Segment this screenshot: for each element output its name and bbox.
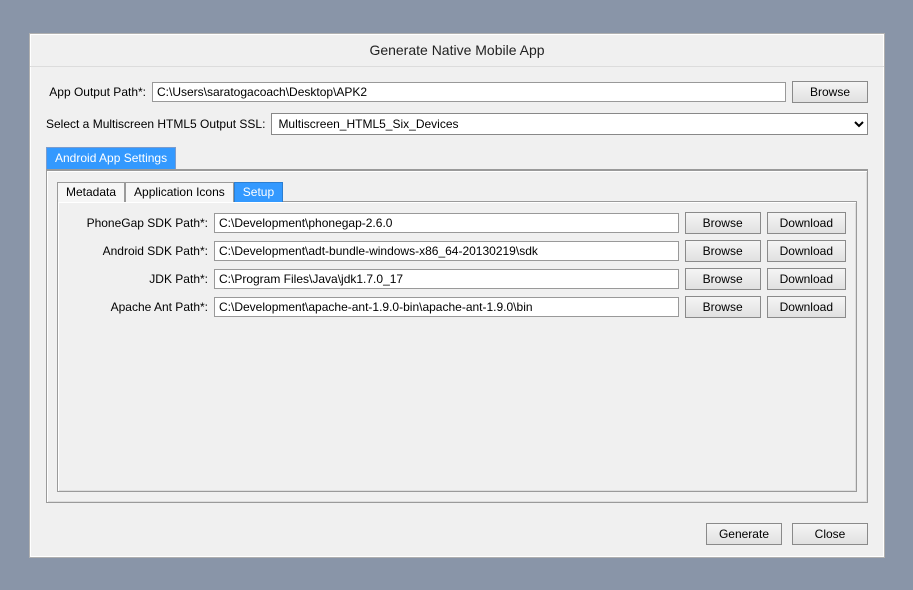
android-browse-button[interactable]: Browse xyxy=(685,240,761,262)
android-row: Android SDK Path*: Browse Download xyxy=(68,240,846,262)
outer-tab-bar: Android App Settings xyxy=(46,147,868,169)
jdk-label: JDK Path*: xyxy=(68,272,208,286)
jdk-input[interactable] xyxy=(214,269,679,289)
jdk-browse-button[interactable]: Browse xyxy=(685,268,761,290)
ant-label: Apache Ant Path*: xyxy=(68,300,208,314)
generate-button[interactable]: Generate xyxy=(706,523,782,545)
android-download-button[interactable]: Download xyxy=(767,240,846,262)
phonegap-browse-button[interactable]: Browse xyxy=(685,212,761,234)
phonegap-row: PhoneGap SDK Path*: Browse Download xyxy=(68,212,846,234)
output-path-browse-button[interactable]: Browse xyxy=(792,81,868,103)
output-path-row: App Output Path*: Browse xyxy=(46,81,868,103)
dialog-footer: Generate Close xyxy=(30,513,884,557)
phonegap-label: PhoneGap SDK Path*: xyxy=(68,216,208,230)
tab-metadata[interactable]: Metadata xyxy=(57,182,125,202)
inner-tab-bar: Metadata Application Icons Setup xyxy=(57,181,857,201)
jdk-row: JDK Path*: Browse Download xyxy=(68,268,846,290)
close-button[interactable]: Close xyxy=(792,523,868,545)
outer-tab-panel: Metadata Application Icons Setup PhoneGa… xyxy=(46,169,868,503)
ant-download-button[interactable]: Download xyxy=(767,296,846,318)
ssl-row: Select a Multiscreen HTML5 Output SSL: M… xyxy=(46,113,868,135)
setup-panel: PhoneGap SDK Path*: Browse Download Andr… xyxy=(57,201,857,492)
ssl-label: Select a Multiscreen HTML5 Output SSL: xyxy=(46,117,265,131)
ant-row: Apache Ant Path*: Browse Download xyxy=(68,296,846,318)
tab-application-icons[interactable]: Application Icons xyxy=(125,182,234,202)
tab-setup[interactable]: Setup xyxy=(234,182,283,202)
ant-input[interactable] xyxy=(214,297,679,317)
phonegap-download-button[interactable]: Download xyxy=(767,212,846,234)
android-input[interactable] xyxy=(214,241,679,261)
output-path-input[interactable] xyxy=(152,82,786,102)
ssl-select[interactable]: Multiscreen_HTML5_Six_Devices xyxy=(271,113,868,135)
tab-android-app-settings[interactable]: Android App Settings xyxy=(46,147,176,169)
dialog-title: Generate Native Mobile App xyxy=(30,34,884,67)
dialog-window: Generate Native Mobile App App Output Pa… xyxy=(29,33,885,558)
ant-browse-button[interactable]: Browse xyxy=(685,296,761,318)
android-label: Android SDK Path*: xyxy=(68,244,208,258)
output-path-label: App Output Path*: xyxy=(46,85,146,99)
jdk-download-button[interactable]: Download xyxy=(767,268,846,290)
dialog-body: App Output Path*: Browse Select a Multis… xyxy=(30,67,884,513)
phonegap-input[interactable] xyxy=(214,213,679,233)
